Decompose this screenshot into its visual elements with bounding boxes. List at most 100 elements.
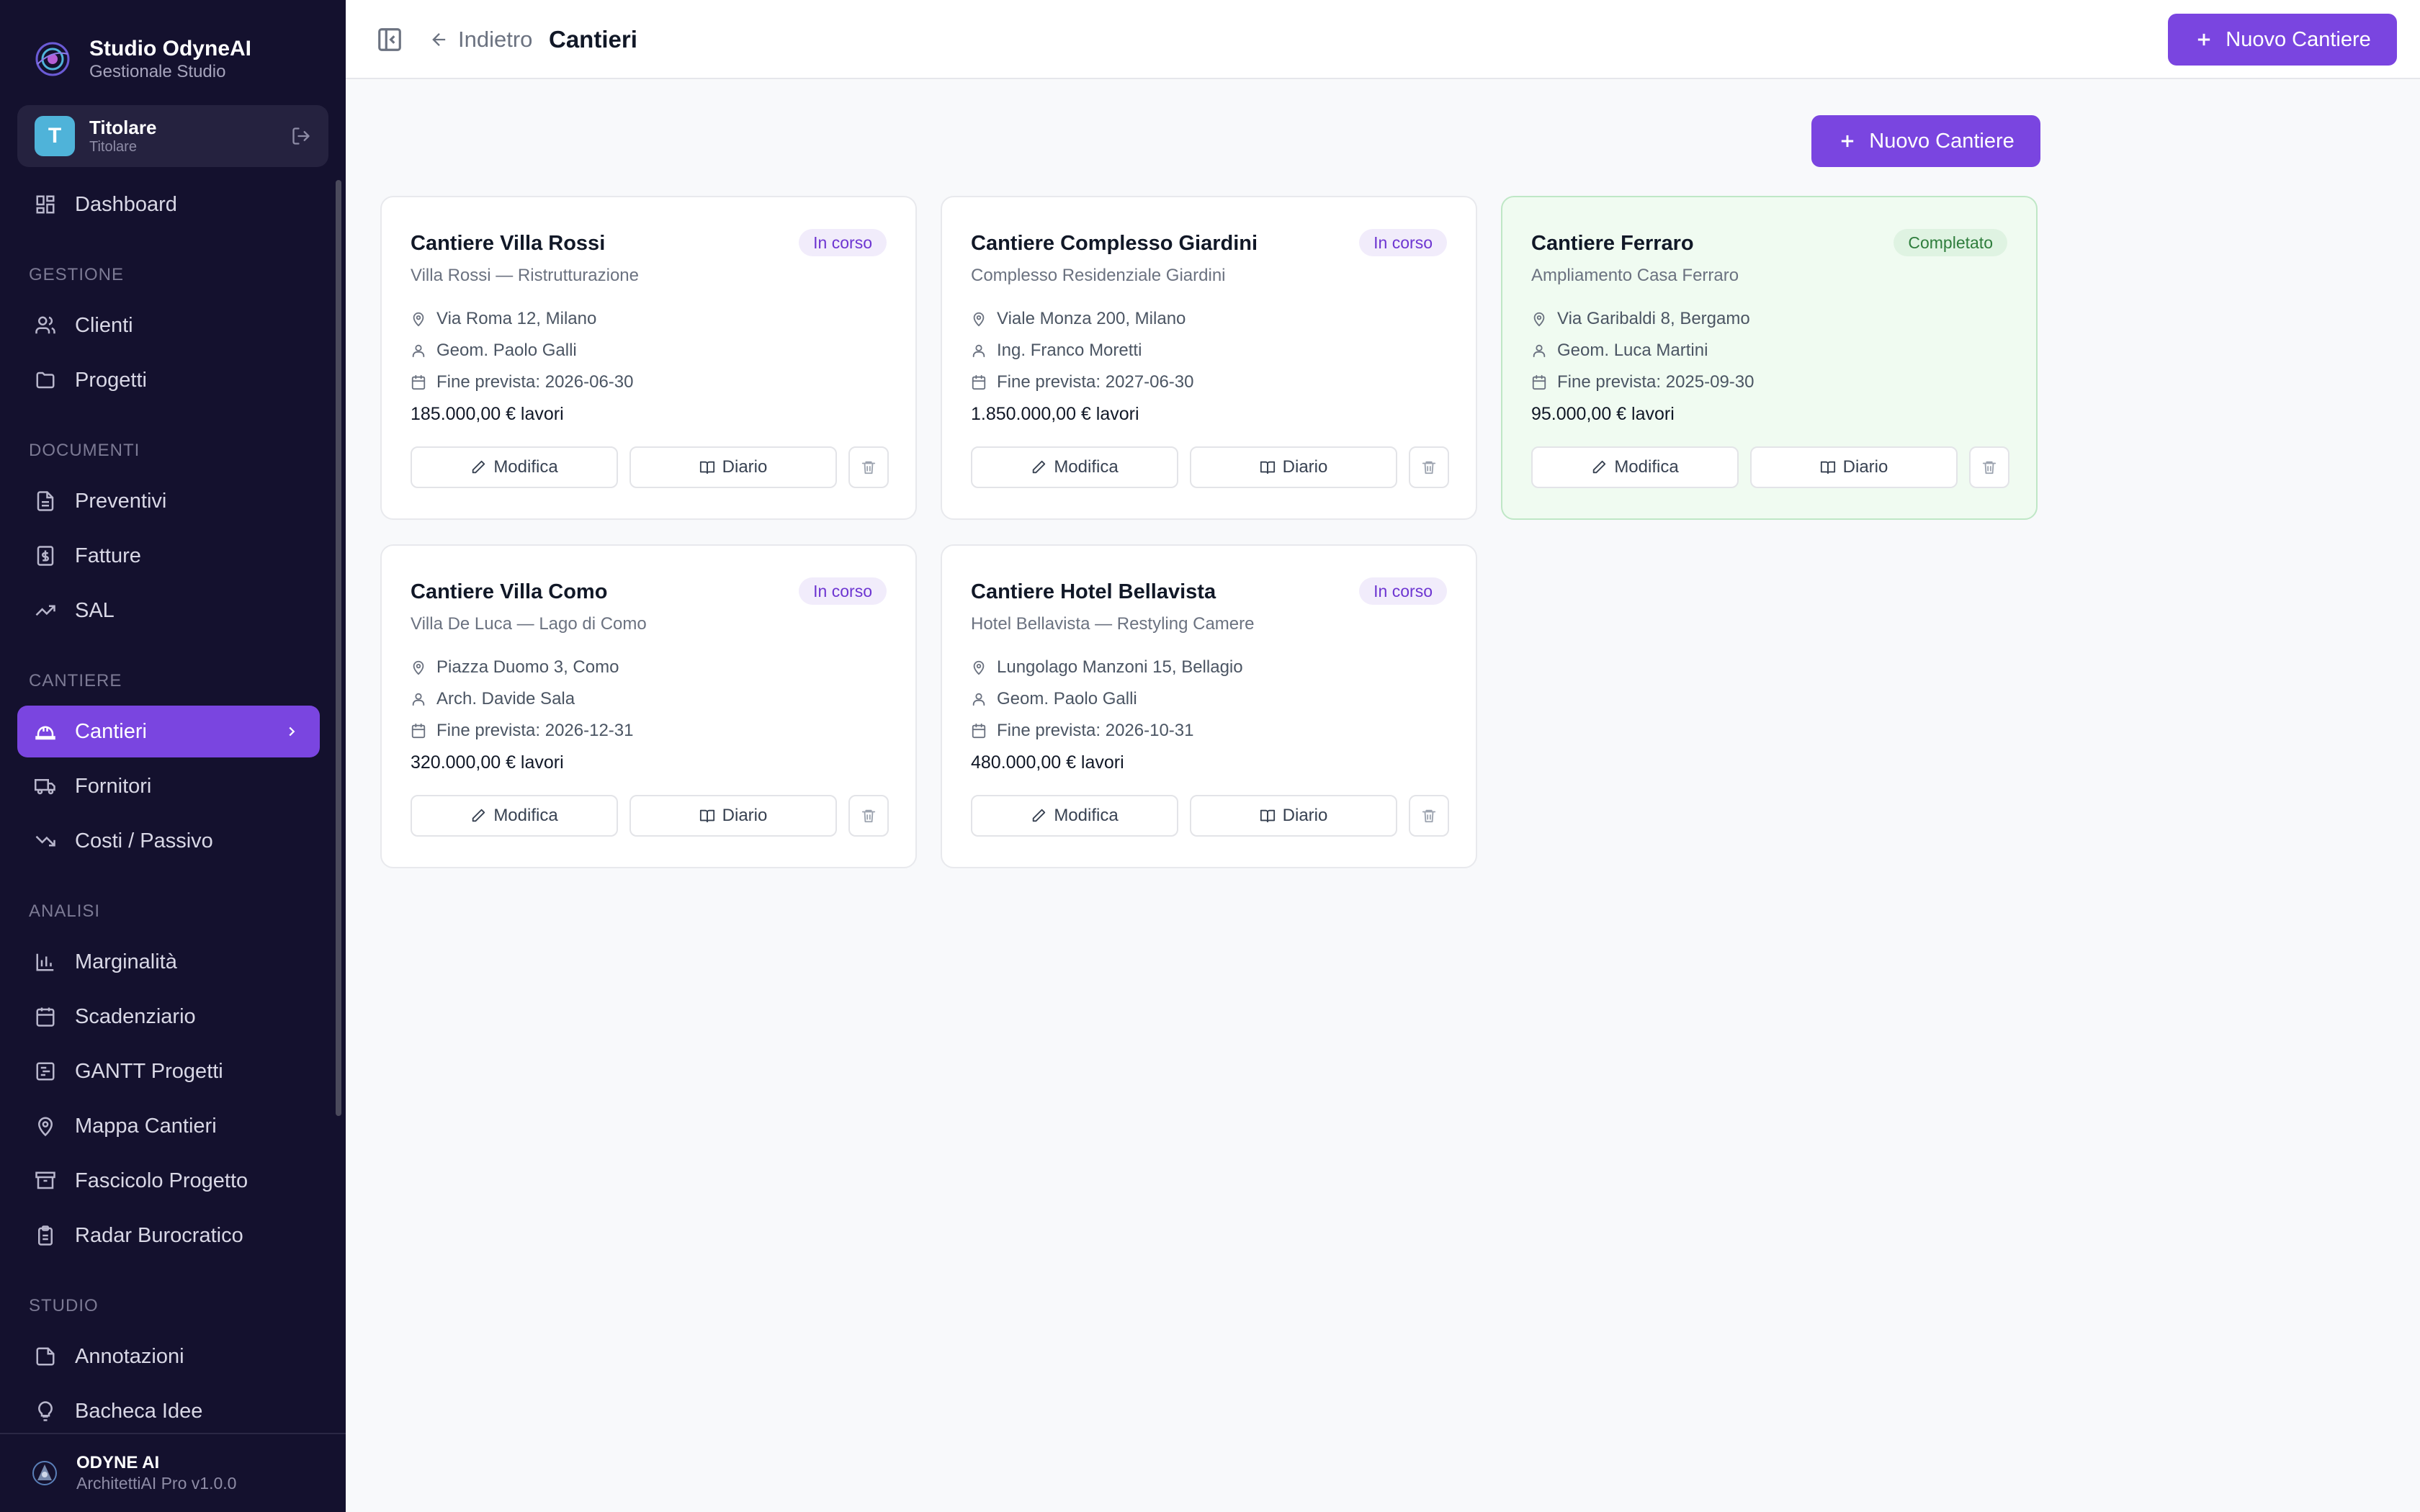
section-documenti: DOCUMENTI bbox=[29, 441, 140, 460]
chevron-right-icon bbox=[289, 726, 295, 737]
diary-button[interactable]: Diario bbox=[1750, 446, 1958, 488]
sidebar-item-costi[interactable]: Costi / Passivo bbox=[17, 815, 320, 867]
sidebar-item-scadenziario[interactable]: Scadenziario bbox=[17, 991, 320, 1043]
map-pin-icon bbox=[37, 1117, 53, 1137]
trash-icon bbox=[861, 461, 876, 474]
site-address: Viale Monza 200, Milano bbox=[971, 307, 1186, 331]
diary-button[interactable]: Diario bbox=[1190, 446, 1397, 488]
site-end-date: Fine prevista: 2026-06-30 bbox=[411, 370, 634, 395]
site-end-date: Fine prevista: 2027-06-30 bbox=[971, 370, 1194, 395]
site-card: Cantiere Ferraro Completato Ampliamento … bbox=[1501, 196, 2038, 520]
button-label: Modifica bbox=[493, 806, 558, 825]
sidebar-item-mappa[interactable]: Mappa Cantieri bbox=[17, 1100, 320, 1152]
site-card: Cantiere Villa Rossi In corso Villa Ross… bbox=[380, 196, 917, 520]
diary-button[interactable]: Diario bbox=[629, 446, 837, 488]
brand-logo-icon bbox=[35, 42, 70, 76]
sidebar-item-sal[interactable]: SAL bbox=[17, 585, 320, 636]
sidebar-item-radar[interactable]: Radar Burocratico bbox=[17, 1210, 320, 1261]
pencil-icon bbox=[472, 809, 485, 822]
site-title: Cantiere Villa Rossi bbox=[411, 232, 606, 255]
sidebar-item-dashboard[interactable]: Dashboard bbox=[17, 179, 320, 230]
sidebar-item-marginalita[interactable]: Marginalità bbox=[17, 936, 320, 988]
sidebar-item-cantieri[interactable]: Cantieri bbox=[17, 706, 320, 757]
section-gestione: GESTIONE bbox=[29, 265, 125, 284]
sidebar-item-label: Scadenziario bbox=[75, 1004, 196, 1028]
delete-button[interactable] bbox=[1969, 446, 2009, 488]
header-new-site-button[interactable]: Nuovo Cantiere bbox=[2168, 14, 2397, 66]
user-icon bbox=[1533, 344, 1546, 358]
manager-text: Geom. Luca Martini bbox=[1557, 341, 1708, 360]
sidebar-item-label: Bacheca Idee bbox=[75, 1399, 203, 1423]
site-subtitle: Hotel Bellavista — Restyling Camere bbox=[971, 614, 1255, 634]
sidebar-item-gantt[interactable]: GANTT Progetti bbox=[17, 1045, 320, 1097]
button-label: Modifica bbox=[1614, 457, 1679, 477]
footer-version: ArchitettiAI Pro v1.0.0 bbox=[76, 1474, 237, 1493]
sidebar-item-bacheca[interactable]: Bacheca Idee bbox=[17, 1385, 320, 1437]
button-label: Diario bbox=[1282, 806, 1328, 825]
delete-button[interactable] bbox=[1409, 795, 1449, 837]
sidebar-item-preventivi[interactable]: Preventivi bbox=[17, 475, 320, 527]
calendar-icon bbox=[1532, 374, 1546, 390]
bar-chart-icon bbox=[36, 953, 54, 971]
sidebar-item-fornitori[interactable]: Fornitori bbox=[17, 760, 320, 812]
folder-icon bbox=[36, 372, 55, 389]
sidebar-item-label: Cantieri bbox=[75, 719, 147, 743]
site-amount: 320.000,00 € lavori bbox=[411, 752, 564, 773]
back-label: Indietro bbox=[458, 27, 533, 52]
sidebar-item-label: Mappa Cantieri bbox=[75, 1114, 217, 1138]
sidebar-item-fatture[interactable]: Fatture bbox=[17, 530, 320, 582]
site-manager: Geom. Paolo Galli bbox=[411, 338, 577, 363]
user-icon bbox=[972, 693, 985, 706]
avatar: T bbox=[35, 116, 75, 156]
status-badge: In corso bbox=[799, 229, 887, 256]
map-pin-icon bbox=[973, 660, 985, 675]
top-header: Indietro Cantieri Nuovo Cantiere bbox=[346, 0, 2420, 79]
logout-icon[interactable] bbox=[291, 126, 311, 146]
sidebar-item-label: Preventivi bbox=[75, 489, 167, 513]
sidebar-scrollbar[interactable] bbox=[336, 180, 341, 1116]
sidebar-item-clienti[interactable]: Clienti bbox=[17, 300, 320, 351]
button-label: Modifica bbox=[1054, 457, 1119, 477]
sidebar-item-label: Radar Burocratico bbox=[75, 1223, 243, 1247]
site-manager: Ing. Franco Moretti bbox=[971, 338, 1142, 363]
delete-button[interactable] bbox=[848, 446, 889, 488]
sidebar: Studio OdyneAI Gestionale Studio T Titol… bbox=[0, 0, 346, 1512]
site-title: Cantiere Villa Como bbox=[411, 580, 608, 603]
pencil-icon bbox=[1033, 809, 1046, 822]
button-label: Diario bbox=[1842, 457, 1888, 477]
site-end-date: Fine prevista: 2025-09-30 bbox=[1531, 370, 1754, 395]
site-manager: Geom. Paolo Galli bbox=[971, 687, 1137, 711]
diary-button[interactable]: Diario bbox=[1190, 795, 1397, 837]
site-card: Cantiere Hotel Bellavista In corso Hotel… bbox=[941, 544, 1477, 868]
calendar-icon bbox=[411, 374, 426, 390]
archive-icon bbox=[35, 1171, 55, 1189]
sidebar-toggle-icon[interactable] bbox=[376, 26, 403, 53]
edit-button[interactable]: Modifica bbox=[971, 795, 1178, 837]
diary-button[interactable]: Diario bbox=[629, 795, 837, 837]
edit-button[interactable]: Modifica bbox=[971, 446, 1178, 488]
button-label: Modifica bbox=[1054, 806, 1119, 825]
delete-button[interactable] bbox=[848, 795, 889, 837]
calendar-icon bbox=[972, 723, 986, 739]
user-role: Titolare bbox=[89, 139, 137, 155]
sidebar-item-progetti[interactable]: Progetti bbox=[17, 354, 320, 406]
sidebar-item-label: Clienti bbox=[75, 313, 133, 337]
sidebar-item-fascicolo[interactable]: Fascicolo Progetto bbox=[17, 1155, 320, 1207]
button-label: Diario bbox=[722, 457, 768, 477]
sidebar-item-label: Fatture bbox=[75, 544, 141, 567]
user-card[interactable]: T Titolare Titolare bbox=[17, 105, 328, 167]
edit-button[interactable]: Modifica bbox=[1531, 446, 1739, 488]
back-link[interactable]: Indietro bbox=[429, 24, 532, 55]
sidebar-item-annotazioni[interactable]: Annotazioni bbox=[17, 1331, 320, 1382]
delete-button[interactable] bbox=[1409, 446, 1449, 488]
edit-button[interactable]: Modifica bbox=[411, 795, 618, 837]
button-label: Diario bbox=[722, 806, 768, 825]
new-site-button[interactable]: Nuovo Cantiere bbox=[1811, 115, 2040, 167]
sidebar-footer: ODYNE AI ArchitettiAI Pro v1.0.0 bbox=[0, 1433, 346, 1512]
site-amount: 1.850.000,00 € lavori bbox=[971, 404, 1139, 424]
edit-button[interactable]: Modifica bbox=[411, 446, 618, 488]
plus-icon bbox=[2198, 33, 2210, 46]
site-manager: Arch. Davide Sala bbox=[411, 687, 575, 711]
trash-icon bbox=[1422, 809, 1436, 823]
lightbulb-icon bbox=[38, 1401, 53, 1421]
